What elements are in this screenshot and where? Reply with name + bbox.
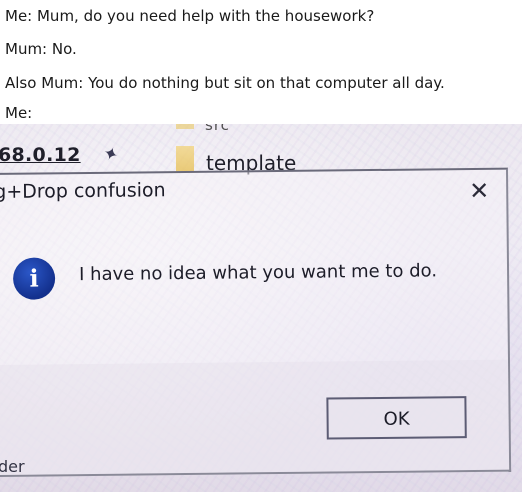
caption-line-mum: Mum: No. [5, 40, 77, 58]
background-partial-text: src [205, 124, 230, 134]
background-ip-fragment[interactable]: 68.0.12 [0, 144, 81, 166]
info-icon: i [12, 257, 56, 300]
close-icon[interactable]: ✕ [466, 177, 492, 205]
folder-icon-top [176, 124, 194, 129]
meme-caption: Me: Mum, do you need help with the house… [0, 0, 522, 124]
caption-line-me: Me: Mum, do you need help with the house… [5, 7, 375, 25]
dialog-title: g+Drop confusion [0, 179, 166, 203]
folder-icon [176, 146, 194, 172]
dialog-message: I have no idea what you want me to do. [78, 260, 438, 286]
caption-line-also-mum: Also Mum: You do nothing but sit on that… [5, 74, 445, 92]
pin-icon[interactable]: ✦ [100, 142, 121, 167]
meme-page: Me: Mum, do you need help with the house… [0, 0, 522, 492]
background-explorer-strip: src 68.0.12 ✦ template [0, 124, 522, 175]
error-dialog: g+Drop confusion ✕ i I have no idea what… [0, 167, 512, 477]
ok-button[interactable]: OK [326, 396, 467, 440]
screen-photo: src 68.0.12 ✦ template g+Drop confusion … [0, 124, 522, 492]
background-bottom-fragment: der [0, 457, 25, 476]
caption-line-me-reaction: Me: [5, 104, 33, 122]
